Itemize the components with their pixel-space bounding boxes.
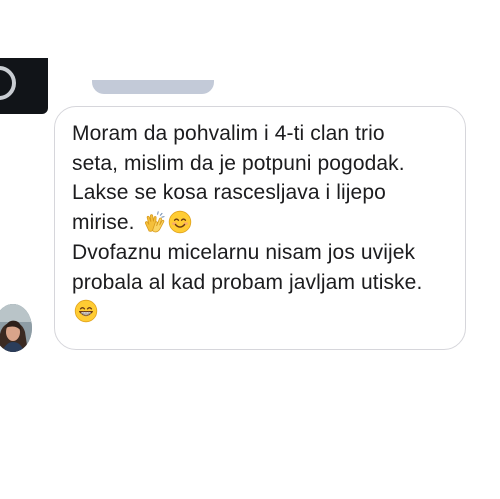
chat-screen: Moram da pohvalim i 4-ti clan trio seta,…	[0, 0, 500, 499]
attachment-ring-shape	[0, 66, 16, 100]
grinning-face-icon	[74, 299, 98, 323]
message-line-with-emojis: mirise.	[72, 208, 451, 238]
message-line: Moram da pohvalim i 4-ti clan trio	[72, 122, 385, 145]
message-line: seta, mislim da je potpuni pogodak.	[72, 151, 405, 175]
message-line: Lakse se kosa rascesljava i lijepo	[72, 181, 386, 205]
avatar[interactable]	[0, 304, 32, 352]
message-line: Dvofaznu micelarnu nisam jos uvijek	[72, 240, 416, 264]
smiling-face-icon	[168, 210, 192, 234]
previous-message-bubble[interactable]	[92, 80, 214, 94]
avatar-photo	[0, 304, 32, 352]
message-line-text: mirise.	[72, 211, 135, 235]
message-line-emoji-only	[72, 297, 451, 327]
clapping-hands-icon	[142, 210, 166, 234]
message-line: probala al kad probam javljam utiske.	[72, 270, 423, 294]
previous-attachment-thumbnail[interactable]	[0, 58, 48, 114]
message-bubble[interactable]: Moram da pohvalim i 4-ti clan trio seta,…	[54, 106, 466, 350]
